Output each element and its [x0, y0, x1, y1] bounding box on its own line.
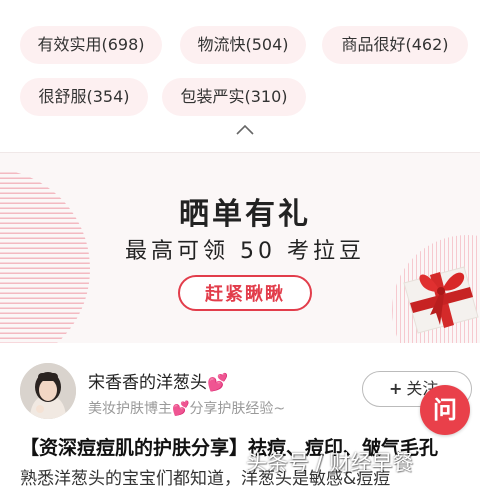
promo-banner[interactable]: 晒单有礼 最高可领 50 考拉豆 赶紧瞅瞅 [0, 152, 480, 343]
author-desc-text-2: 分享护肤经验~ [189, 401, 286, 417]
heart-emoji-icon: 💕 [207, 373, 229, 393]
filter-tag-good-product[interactable]: 商品很好(462) [322, 26, 468, 64]
watermark: 头条号 / 财经早餐 [246, 451, 414, 475]
gift-box-icon [403, 266, 479, 334]
author-name[interactable]: 宋香香的洋葱头💕 [88, 368, 228, 393]
filter-tag-effective[interactable]: 有效实用(698) [20, 26, 162, 64]
author-name-text: 宋香香的洋葱头 [88, 373, 207, 393]
filter-tag-well-packed[interactable]: 包装严实(310) [162, 78, 306, 116]
post-card[interactable]: 宋香香的洋葱头💕 美妆护肤博主💕分享护肤经验~ + 关注 问 【资深痘痘肌的护肤分… [0, 343, 480, 489]
author-desc-text: 美妆护肤博主 [88, 401, 172, 417]
check-it-out-button[interactable]: 赶紧瞅瞅 [178, 275, 312, 311]
avatar[interactable] [20, 363, 76, 419]
plus-icon: + [389, 379, 403, 398]
author-description: 美妆护肤博主💕分享护肤经验~ [88, 398, 285, 418]
ask-button[interactable]: 问 [420, 385, 470, 435]
heart-emoji-icon: 💕 [172, 401, 190, 417]
avatar-image [20, 363, 76, 419]
chevron-up-icon[interactable] [236, 123, 254, 135]
filter-tag-comfortable[interactable]: 很舒服(354) [20, 78, 148, 116]
filter-tag-fast-shipping[interactable]: 物流快(504) [180, 26, 306, 64]
banner-title: 晒单有礼 [179, 197, 311, 232]
